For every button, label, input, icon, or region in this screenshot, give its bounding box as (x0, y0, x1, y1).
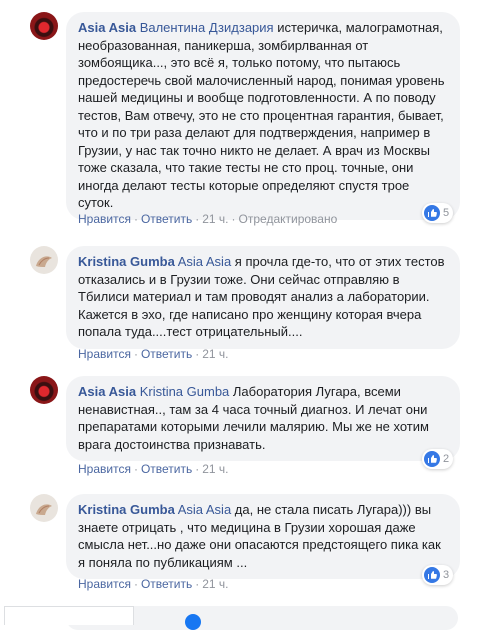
bottom-bar (0, 600, 492, 625)
comment-input[interactable] (4, 606, 134, 625)
like-link[interactable]: Нравится (78, 462, 131, 476)
comment-time[interactable]: 21 ч. (202, 212, 228, 226)
reaction-number: 5 (443, 207, 450, 219)
comment-mention[interactable]: Asia Asia (178, 502, 231, 517)
comment: Kristina Gumba Asia Asia я прочла где-то… (30, 246, 470, 364)
comment-time[interactable]: 21 ч. (202, 577, 228, 591)
comment-mention[interactable]: Валентина Дзидзария (140, 20, 274, 35)
like-link[interactable]: Нравится (78, 347, 131, 361)
comment-bubble: Asia Asia Валентина Дзидзария истеричка,… (66, 12, 460, 220)
reaction-count[interactable]: 2 (422, 449, 454, 469)
reply-link[interactable]: Ответить (141, 212, 192, 226)
comment-author[interactable]: Kristina Gumba (78, 502, 175, 517)
comment-text: истеричка, малограмотная, необразованная… (78, 20, 445, 210)
thumbs-up-icon (424, 451, 440, 467)
thumbs-up-icon (424, 205, 440, 221)
comment-author[interactable]: Asia Asia (78, 384, 136, 399)
emoji-icon[interactable] (185, 614, 201, 630)
comment-bubble: Kristina Gumba Asia Asia да, не стала пи… (66, 494, 460, 579)
comment: Asia Asia Kristina Gumba Лаборатория Луг… (30, 376, 470, 484)
comment-author[interactable]: Asia Asia (78, 20, 136, 35)
reply-link[interactable]: Ответить (141, 462, 192, 476)
comment: Kristina Gumba Asia Asia да, не стала пи… (30, 494, 470, 594)
comment-mention[interactable]: Asia Asia (178, 254, 231, 269)
comment-mention[interactable]: Kristina Gumba (140, 384, 230, 399)
attachment-chip[interactable] (205, 612, 233, 624)
reply-link[interactable]: Ответить (141, 347, 192, 361)
comment-author[interactable]: Kristina Gumba (78, 254, 175, 269)
comment-time[interactable]: 21 ч. (202, 462, 228, 476)
comment-actions: Нравится · Ответить · 21 ч. (78, 347, 229, 361)
comment-actions: Нравится · Ответить · 21 ч. (78, 462, 229, 476)
comment-bubble: Asia Asia Kristina Gumba Лаборатория Луг… (66, 376, 460, 461)
comment-time[interactable]: 21 ч. (202, 347, 228, 361)
comment-actions: Нравится · Ответить · 21 ч. (78, 577, 229, 591)
comment-thread: Asia Asia Валентина Дзидзария истеричка,… (0, 0, 492, 630)
comment: Asia Asia Валентина Дзидзария истеричка,… (30, 12, 470, 230)
reaction-count[interactable]: 3 (422, 565, 454, 585)
reaction-number: 2 (443, 453, 450, 465)
avatar[interactable] (30, 246, 58, 274)
reaction-count[interactable]: 5 (422, 203, 454, 223)
comment-bubble: Kristina Gumba Asia Asia я прочла где-то… (66, 246, 460, 349)
avatar[interactable] (30, 12, 58, 40)
reply-link[interactable]: Ответить (141, 577, 192, 591)
like-link[interactable]: Нравится (78, 212, 131, 226)
thumbs-up-icon (424, 567, 440, 583)
edited-label[interactable]: Отредактировано (239, 212, 338, 226)
avatar[interactable] (30, 376, 58, 404)
like-link[interactable]: Нравится (78, 577, 131, 591)
reaction-number: 3 (443, 569, 450, 581)
avatar[interactable] (30, 494, 58, 522)
comment-actions: Нравится · Ответить · 21 ч. · Отредактировано (78, 212, 338, 226)
